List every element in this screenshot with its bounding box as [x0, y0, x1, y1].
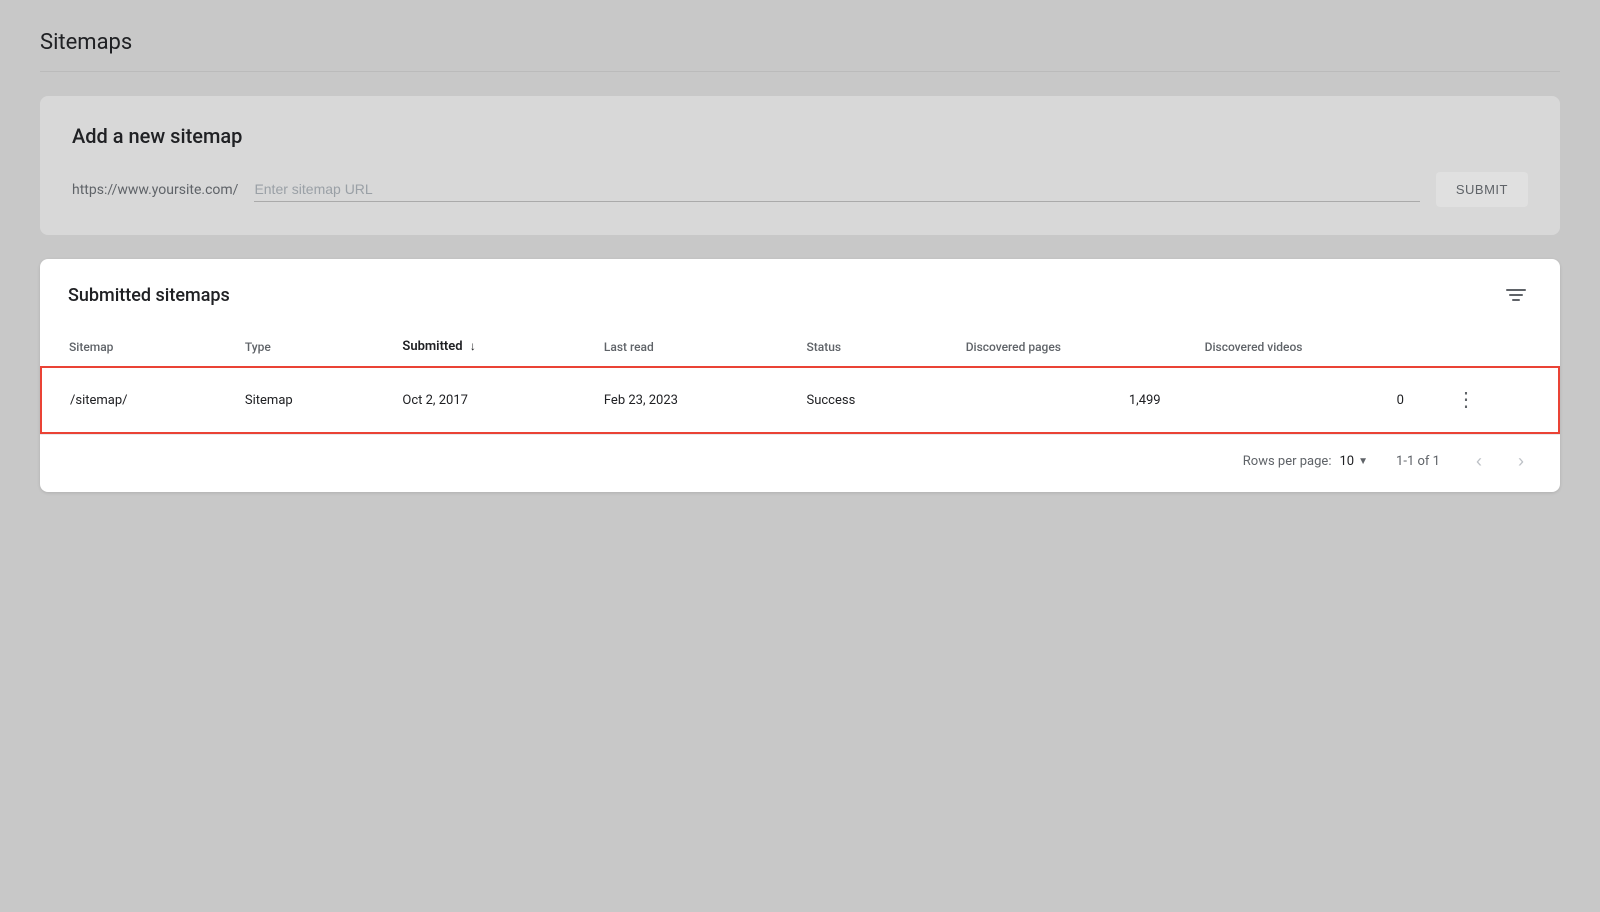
col-header-last-read: Last read [576, 327, 779, 367]
rows-dropdown-arrow-icon: ▼ [1358, 456, 1368, 467]
col-header-status: Status [778, 327, 937, 367]
next-page-button[interactable]: › [1510, 447, 1532, 476]
cell-sitemap: /sitemap/ [41, 367, 217, 433]
submitted-sitemaps-card: Submitted sitemaps Sitemap Type Submitte… [40, 259, 1560, 492]
col-header-discovered-pages: Discovered pages [938, 327, 1177, 367]
page-info: 1-1 of 1 [1388, 454, 1448, 469]
filter-icon[interactable] [1500, 283, 1532, 307]
more-actions-button[interactable]: ⋮ [1448, 386, 1484, 414]
pagination-row: Rows per page: 10 ▼ 1-1 of 1 ‹ › [40, 434, 1560, 492]
cell-type: Sitemap [217, 367, 375, 433]
card-header: Submitted sitemaps [40, 259, 1560, 307]
table-row: /sitemap/SitemapOct 2, 2017Feb 23, 2023S… [41, 367, 1559, 433]
submitted-sitemaps-heading: Submitted sitemaps [68, 285, 230, 306]
cell-status: Success [778, 367, 937, 433]
cell-submitted: Oct 2, 2017 [374, 367, 575, 433]
add-sitemap-heading: Add a new sitemap [72, 124, 1528, 148]
sitemaps-table: Sitemap Type Submitted ↓ Last read Statu… [40, 327, 1560, 434]
url-prefix: https://www.yoursite.com/ [72, 182, 238, 198]
prev-page-button[interactable]: ‹ [1468, 447, 1490, 476]
cell-discovered-videos: 0 [1177, 367, 1420, 433]
cell-discovered-pages: 1,499 [938, 367, 1177, 433]
table-header-row: Sitemap Type Submitted ↓ Last read Statu… [41, 327, 1559, 367]
submit-button[interactable]: SUBMIT [1436, 172, 1528, 207]
add-sitemap-card: Add a new sitemap https://www.yoursite.c… [40, 96, 1560, 235]
rows-per-page: Rows per page: 10 ▼ [1243, 454, 1368, 469]
divider [40, 71, 1560, 72]
sitemap-input-row: https://www.yoursite.com/ SUBMIT [72, 172, 1528, 207]
sitemap-url-input[interactable] [254, 177, 1419, 202]
cell-more-actions: ⋮ [1420, 367, 1559, 433]
cell-last-read: Feb 23, 2023 [576, 367, 779, 433]
col-header-submitted[interactable]: Submitted ↓ [374, 327, 575, 367]
col-header-sitemap: Sitemap [41, 327, 217, 367]
sort-arrow-icon: ↓ [470, 339, 476, 353]
page-title: Sitemaps [40, 30, 1560, 55]
col-header-discovered-videos: Discovered videos [1177, 327, 1420, 367]
rows-per-page-label: Rows per page: [1243, 454, 1332, 469]
col-header-type: Type [217, 327, 375, 367]
col-header-actions [1420, 327, 1559, 367]
rows-per-page-selector[interactable]: 10 ▼ [1339, 454, 1368, 469]
rows-per-page-value: 10 [1339, 454, 1354, 469]
